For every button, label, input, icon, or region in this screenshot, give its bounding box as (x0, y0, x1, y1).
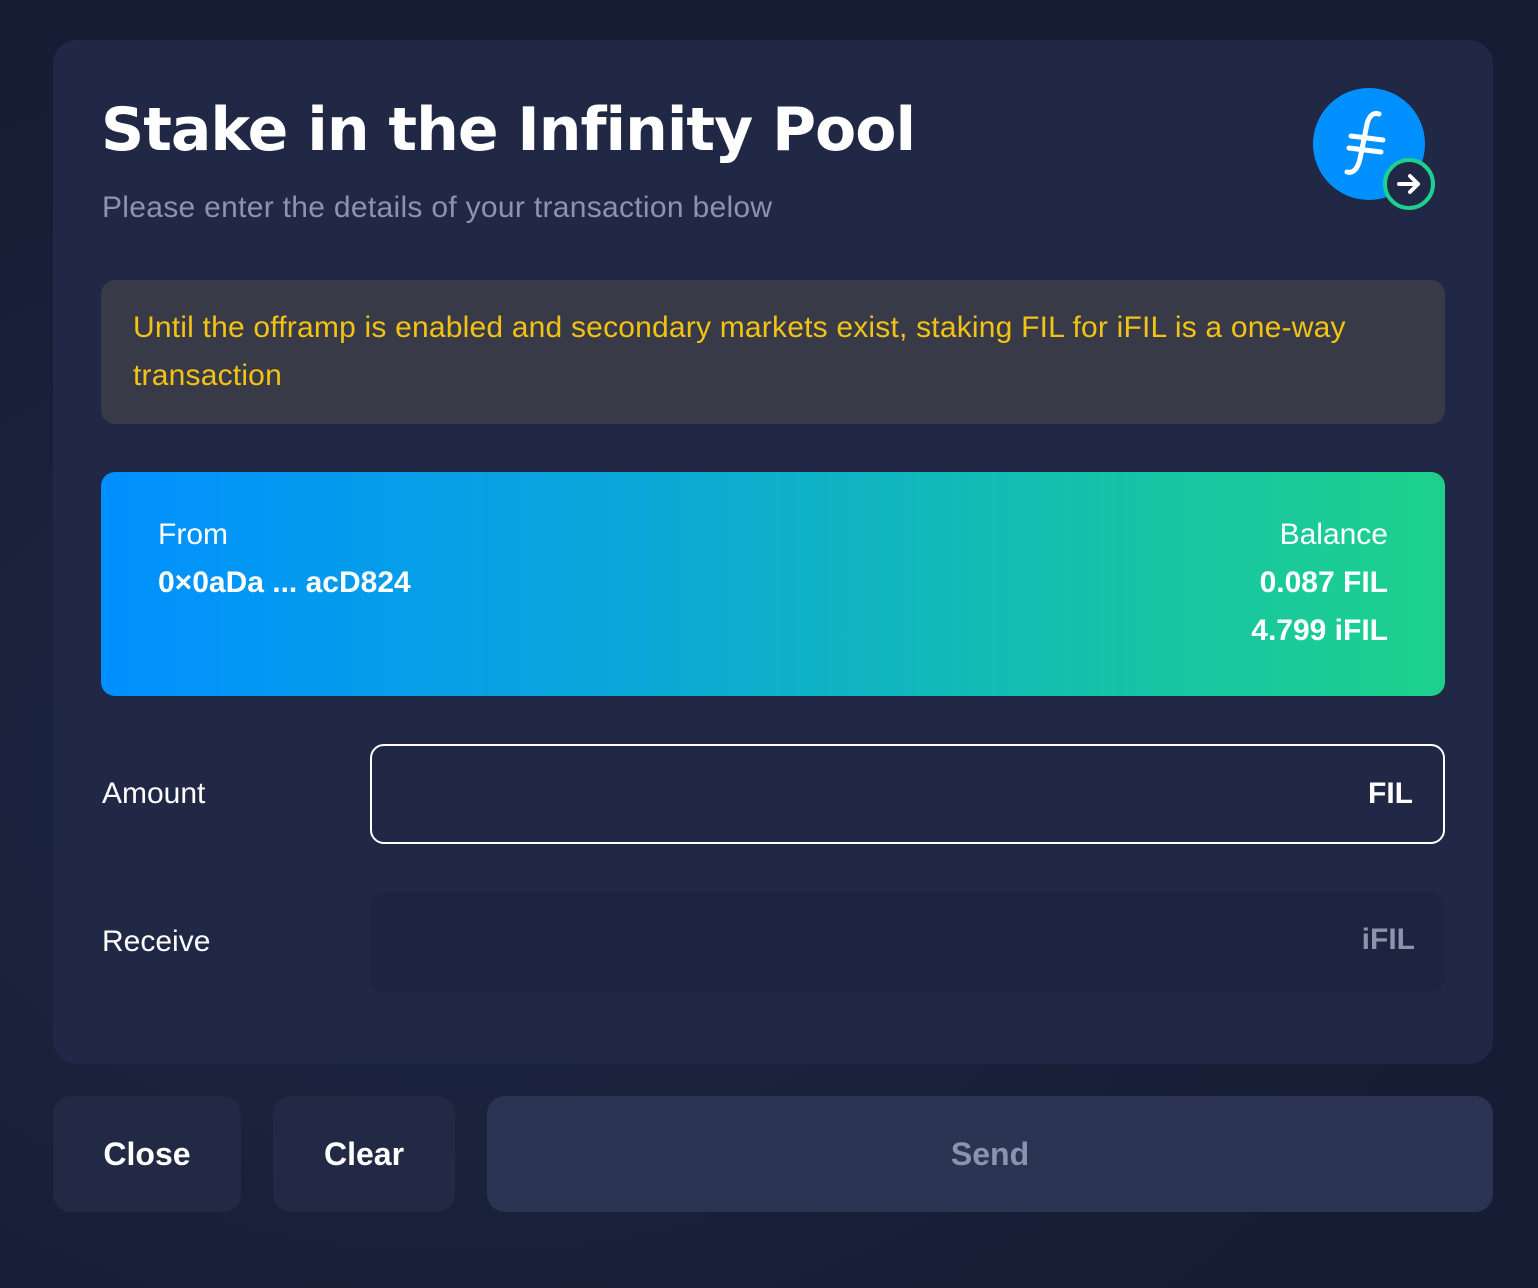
stake-modal: Stake in the Infinity Pool Please enter … (53, 40, 1493, 1064)
from-label: From (158, 518, 228, 551)
balance-label: Balance (1279, 518, 1388, 551)
page-title: Stake in the Infinity Pool (101, 95, 916, 165)
page-subtitle: Please enter the details of your transac… (102, 191, 773, 224)
receive-label: Receive (102, 925, 211, 958)
filecoin-logo (1313, 88, 1443, 218)
amount-label: Amount (102, 777, 206, 810)
amount-input[interactable] (392, 746, 1346, 844)
warning-banner: Until the offramp is enabled and seconda… (101, 280, 1445, 424)
amount-field[interactable]: FIL (370, 744, 1445, 844)
wallet-address: 0×0aDa ... acD824 (158, 566, 411, 599)
warning-text: Until the offramp is enabled and seconda… (133, 311, 1346, 392)
receive-field: iFIL (370, 892, 1445, 992)
send-button[interactable]: Send (487, 1096, 1493, 1212)
amount-unit: FIL (1368, 777, 1413, 810)
receive-unit: iFIL (1361, 923, 1415, 956)
clear-button[interactable]: Clear (273, 1096, 455, 1212)
close-button[interactable]: Close (53, 1096, 241, 1212)
wallet-card: From 0×0aDa ... acD824 Balance 0.087 FIL… (101, 472, 1445, 696)
balance-ifil: 4.799 iFIL (1251, 614, 1388, 647)
arrow-right-icon (1383, 158, 1435, 210)
balance-fil: 0.087 FIL (1259, 566, 1388, 599)
